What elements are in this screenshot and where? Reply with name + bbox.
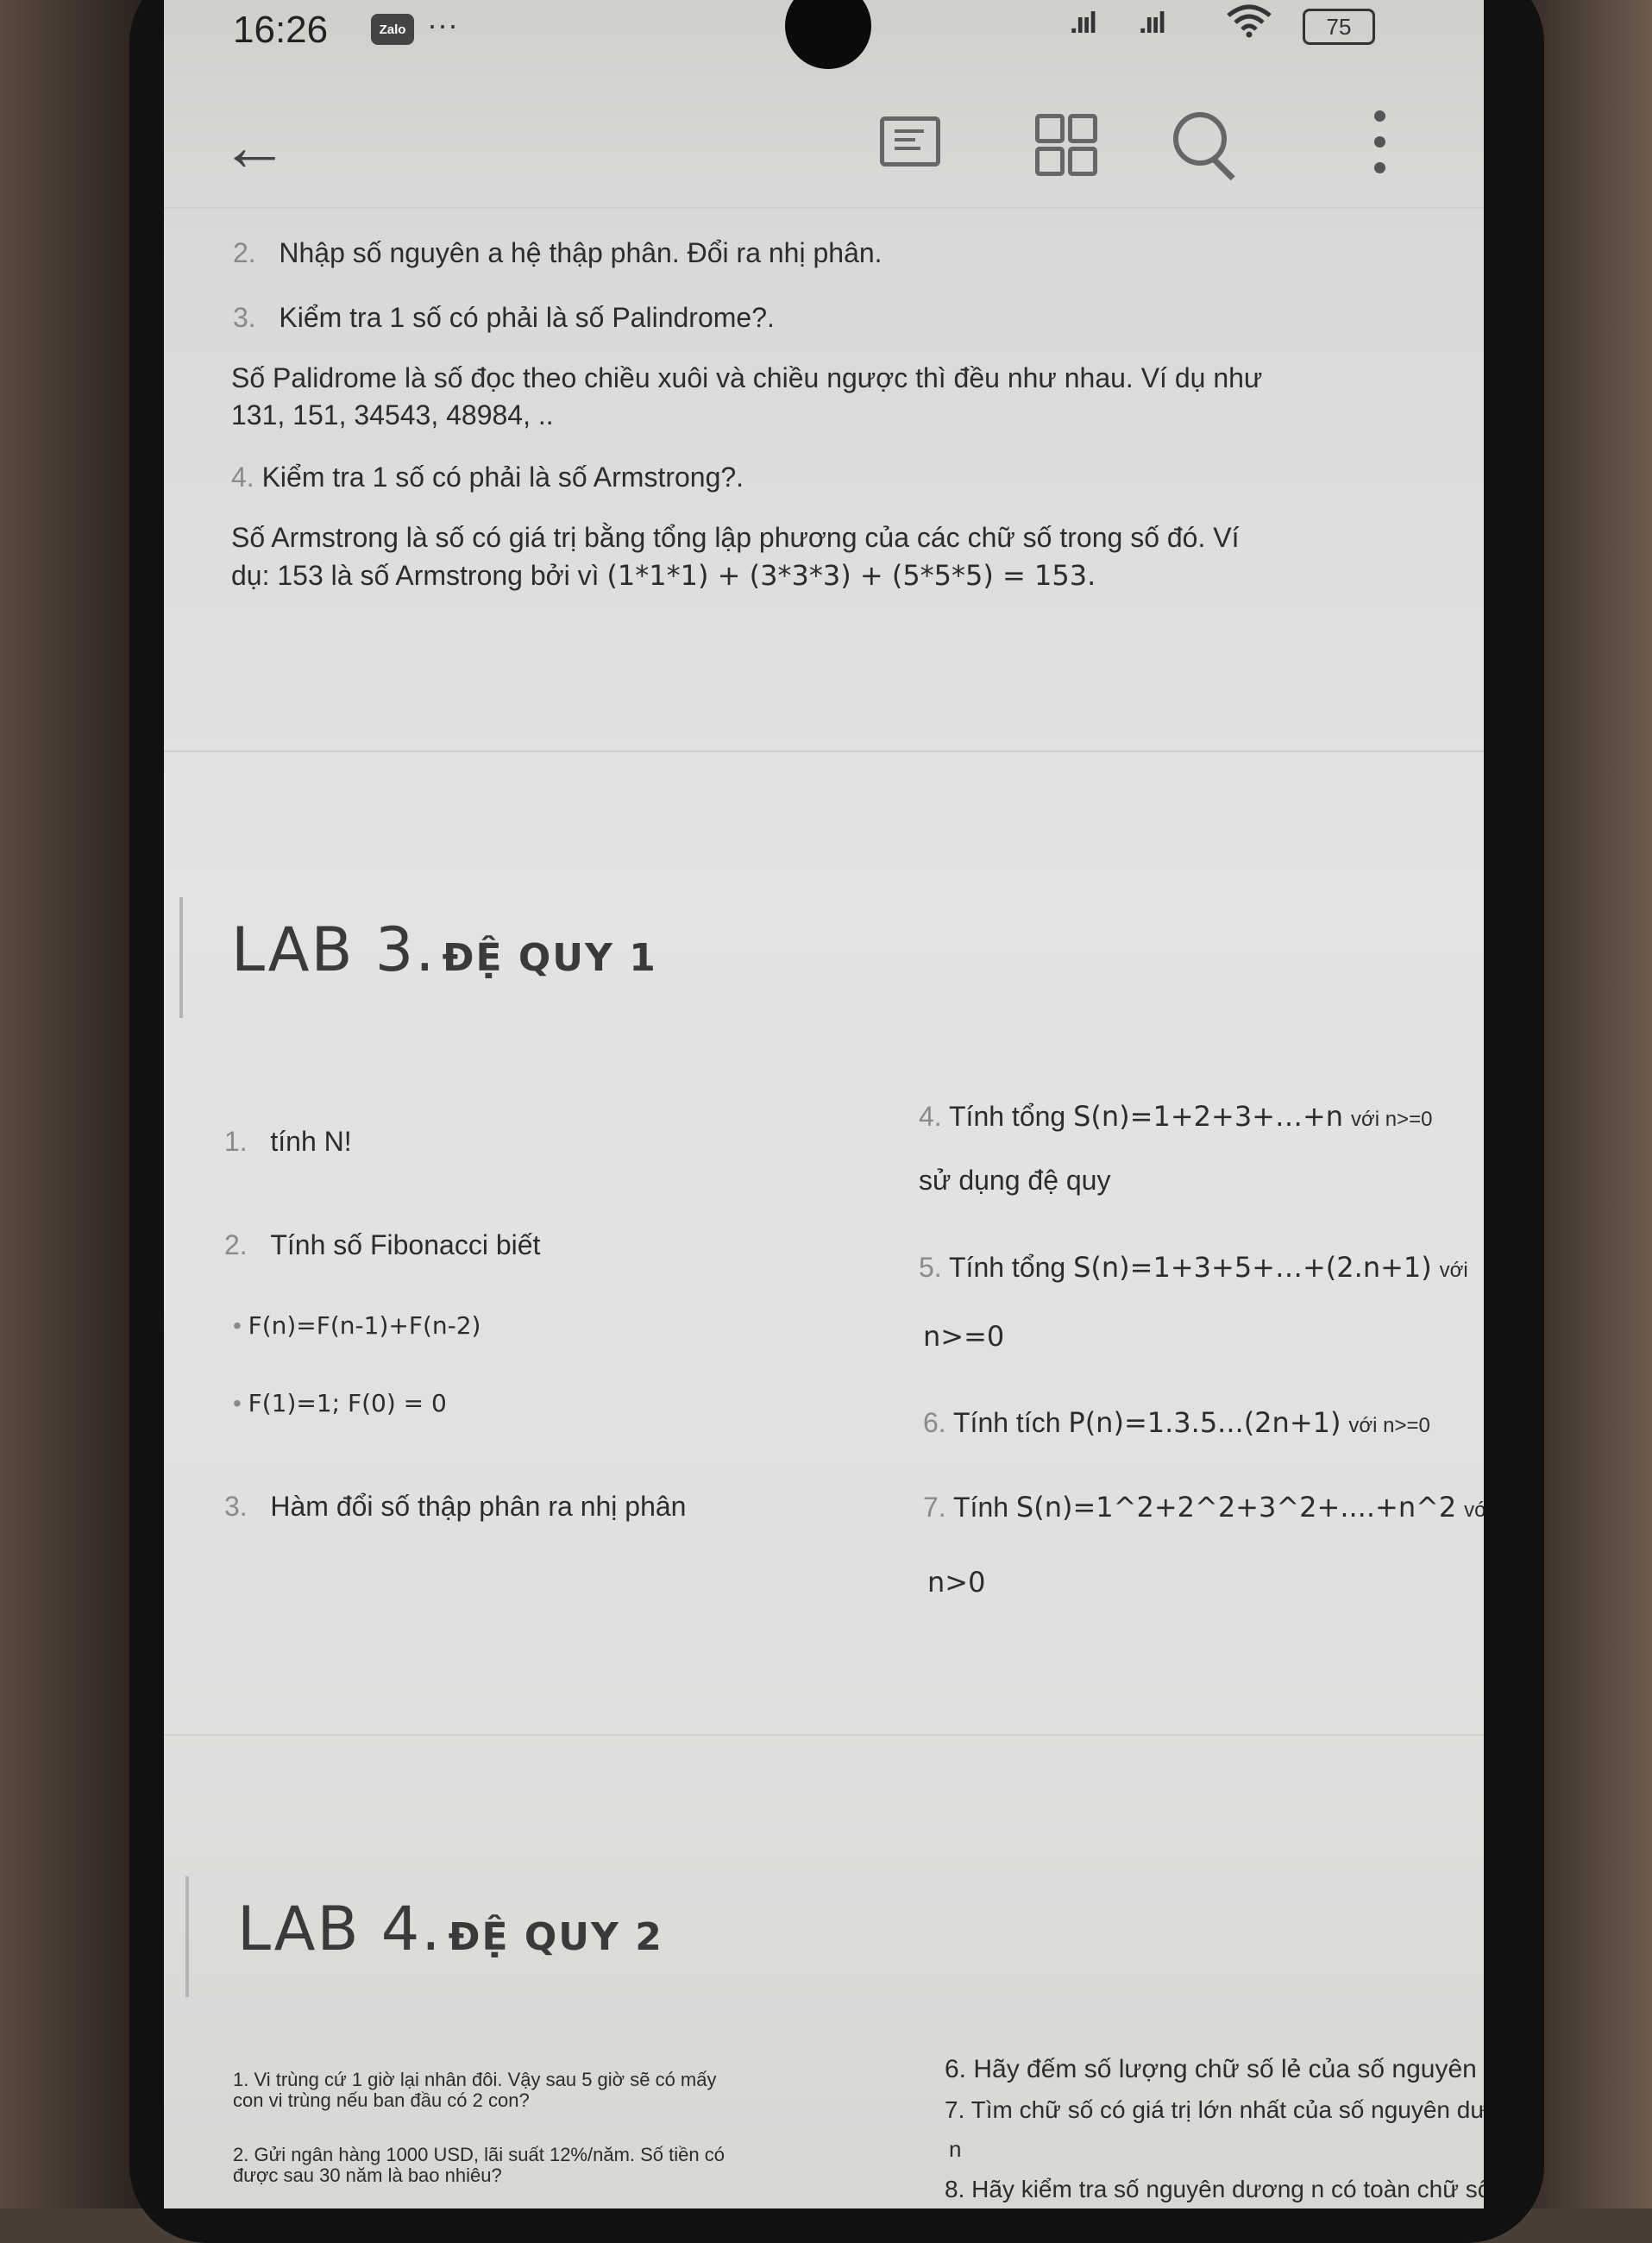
lab3-item-5: 5. Tính tổng S(n)=1+3+5+…+(2.n+1) với — [919, 1251, 1468, 1284]
lab2-item-3: 3. Kiểm tra 1 số có phải là số Palindrom… — [233, 302, 775, 333]
lab4-heading-accent-bar — [185, 1876, 189, 1997]
page-top-edge — [164, 207, 1484, 209]
lab3-item-7: 7. Tính S(n)=1^2+2^2+3^2+....+n^2 với — [923, 1491, 1484, 1524]
status-bar: 16:26 Zalo ··· .ııl .ııl 75 — [164, 0, 1484, 69]
reader-toolbar: ← — [164, 95, 1484, 190]
lab3-item-4-line2: sử dụng đệ quy — [919, 1165, 1111, 1196]
lab3-heading-accent-bar — [179, 897, 183, 1018]
lab3-item-6: 6. Tính tích P(n)=1.3.5...(2n+1) với n>=… — [923, 1406, 1430, 1439]
clock: 16:26 — [233, 9, 329, 51]
palindrome-definition-line1: Số Palidrome là số đọc theo chiều xuôi v… — [231, 362, 1263, 393]
lab4-item-2-line1: 2. Gửi ngân hàng 1000 USD, lãi suất 12%/… — [233, 2144, 725, 2165]
lab4-item-7-line2: n — [949, 2136, 962, 2162]
lab3-item-1: 1. tính N! — [224, 1126, 352, 1157]
lab4-item-7: 7. Tìm chữ số có giá trị lớn nhất của số… — [945, 2096, 1484, 2123]
page-divider-2 — [164, 1734, 1484, 1736]
lab3-item-7-line2: n>0 — [927, 1566, 986, 1599]
palindrome-definition-line2: 131, 151, 34543, 48984, .. — [231, 399, 554, 430]
page-divider-1 — [164, 751, 1484, 752]
wooden-background-left — [0, 0, 147, 2208]
signal-icon-2: .ııl — [1139, 7, 1166, 40]
grid-view-icon[interactable] — [1035, 114, 1097, 176]
fibonacci-base-case: • F(1)=1; F(0) = 0 — [233, 1389, 447, 1417]
more-notifications-icon: ··· — [427, 7, 458, 42]
lab4-item-1-line1: 1. Vi trùng cứ 1 giờ lại nhân đôi. Vậy s… — [233, 2069, 717, 2090]
armstrong-definition-line2: dụ: 153 là số Armstrong bởi vì (1*1*1) +… — [231, 559, 1096, 592]
zalo-notification-icon: Zalo — [371, 14, 414, 45]
phone-screen: 16:26 Zalo ··· .ııl .ııl 75 ← 2. Nhập số… — [164, 0, 1484, 2208]
signal-icon: .ııl — [1070, 7, 1097, 40]
lab4-item-6: 6. Hãy đếm số lượng chữ số lẻ của số ngu… — [945, 2055, 1484, 2083]
lab4-item-2-line2: được sau 30 năm là bao nhiêu? — [233, 2164, 502, 2186]
more-options-icon[interactable] — [1372, 110, 1389, 179]
lab3-item-4: 4. Tính tổng S(n)=1+2+3+…+n với n>=0 — [919, 1100, 1433, 1133]
lab3-item-2: 2. Tính số Fibonacci biết — [224, 1229, 541, 1260]
fibonacci-formula: • F(n)=F(n-1)+F(n-2) — [233, 1311, 481, 1340]
document-outline-icon[interactable] — [880, 116, 940, 166]
lab4-heading: LAB 4. ĐỆ QUY 2 — [237, 1894, 663, 1964]
wifi-icon — [1225, 3, 1273, 47]
lab4-item-1-line2: con vi trùng nếu ban đầu có 2 con? — [233, 2089, 530, 2111]
lab3-heading: LAB 3. ĐỆ QUY 1 — [231, 914, 657, 985]
lab3-item-3: 3. Hàm đổi số thập phân ra nhị phân — [224, 1491, 687, 1522]
lab4-item-8: 8. Hãy kiểm tra số nguyên dương n có toà… — [945, 2176, 1484, 2202]
front-camera — [785, 0, 871, 69]
lab2-item-4: 4. Kiểm tra 1 số có phải là số Armstrong… — [231, 462, 744, 493]
lab3-item-5-line2: n>=0 — [923, 1320, 1005, 1353]
battery-icon: 75 — [1303, 9, 1375, 45]
back-arrow-icon[interactable]: ← — [220, 112, 289, 181]
armstrong-definition-line1: Số Armstrong là số có giá trị bằng tổng … — [231, 522, 1240, 553]
search-icon[interactable] — [1173, 112, 1235, 181]
lab2-item-2: 2. Nhập số nguyên a hệ thập phân. Đổi ra… — [233, 237, 883, 268]
